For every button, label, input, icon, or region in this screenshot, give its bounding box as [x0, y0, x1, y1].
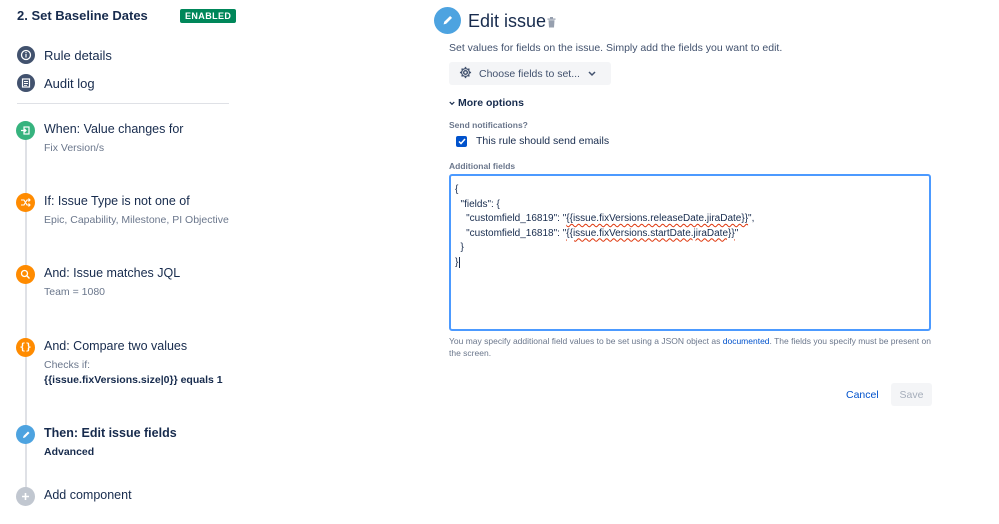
choose-fields-button[interactable]: Choose fields to set... [449, 62, 611, 85]
more-options-toggle[interactable]: More options [449, 97, 524, 109]
json-line: "customfield_16818": "{{issue.fixVersion… [455, 227, 739, 239]
nav-rule-details[interactable]: Rule details [17, 45, 112, 65]
nav-audit-log[interactable]: Audit log [17, 73, 95, 93]
nav-rule-details-label: Rule details [44, 47, 112, 63]
step-subtitle: Fix Version/s [44, 142, 105, 154]
step-subtitle: Team = 1080 [44, 286, 106, 298]
json-line: { [455, 184, 459, 195]
step-action-edit[interactable]: Then: Edit issue fields Advanced [16, 425, 240, 461]
braces-icon: {} [16, 338, 35, 357]
chevron-down-icon [588, 68, 596, 80]
nav-audit-log-label: Audit log [44, 75, 95, 91]
save-button[interactable]: Save [891, 383, 932, 406]
step-subtitle: Checks if: [44, 359, 91, 371]
panel-description: Set values for fields on the issue. Simp… [449, 42, 783, 54]
step-title: And: Compare two values [44, 339, 188, 353]
pencil-icon [16, 425, 35, 444]
sidebar-divider [17, 103, 229, 104]
cancel-button[interactable]: Cancel [838, 383, 887, 406]
rule-sidebar: 2. Set Baseline Dates ENABLED Rule detai… [0, 0, 240, 524]
trash-icon[interactable] [547, 15, 556, 33]
info-icon [17, 46, 35, 64]
step-trigger[interactable]: When: Value changes for Fix Version/s [16, 121, 240, 161]
step-condition-compare[interactable]: {} And: Compare two values Checks if: {{… [16, 338, 240, 393]
step-title: When: Value changes for [44, 122, 184, 136]
step-subtitle: Advanced [44, 446, 95, 458]
rule-title: 2. Set Baseline Dates [17, 8, 148, 23]
documented-link[interactable]: documented [723, 336, 770, 346]
add-component-label: Add component [44, 488, 132, 502]
step-condition-issue-type[interactable]: If: Issue Type is not one of Epic, Capab… [16, 193, 240, 233]
step-title: Then: Edit issue fields [44, 426, 177, 440]
plus-icon [16, 487, 35, 506]
help-text: You may specify additional field values … [449, 336, 931, 358]
send-notifications-checkbox[interactable] [456, 135, 467, 147]
step-title: If: Issue Type is not one of [44, 194, 190, 208]
send-notifications-row[interactable]: This rule should send emails [456, 135, 609, 147]
send-notifications-label: Send notifications? [449, 120, 528, 130]
json-line: "fields": { [455, 198, 500, 210]
step-title: And: Issue matches JQL [44, 266, 181, 280]
additional-fields-textarea[interactable]: { "fields": { "customfield_16819": "{{is… [449, 174, 931, 331]
edit-issue-panel: Edit issue Set values for fields on the … [430, 0, 990, 524]
step-condition-jql[interactable]: And: Issue matches JQL Team = 1080 [16, 265, 240, 305]
chevron-down-icon [449, 97, 455, 109]
send-notifications-text: This rule should send emails [476, 135, 610, 147]
json-line: } [455, 256, 461, 268]
status-badge: ENABLED [180, 9, 237, 23]
json-line: "customfield_16819": "{{issue.fixVersion… [455, 213, 755, 224]
more-options-label: More options [458, 97, 524, 109]
json-line: } [455, 242, 464, 253]
additional-fields-label: Additional fields [449, 161, 516, 171]
add-component-button[interactable]: Add component [16, 487, 240, 507]
shuffle-icon [16, 193, 35, 212]
trigger-icon [16, 121, 35, 140]
panel-title: Edit issue [468, 11, 547, 31]
step-condition-expression: {{issue.fixVersions.size|0}} equals 1 [44, 374, 223, 386]
list-icon [17, 74, 35, 92]
search-icon [16, 265, 35, 284]
step-subtitle: Epic, Capability, Milestone, PI Objectiv… [44, 214, 229, 226]
choose-fields-label: Choose fields to set... [479, 67, 580, 80]
gear-icon [459, 66, 472, 82]
pencil-icon [434, 7, 461, 34]
